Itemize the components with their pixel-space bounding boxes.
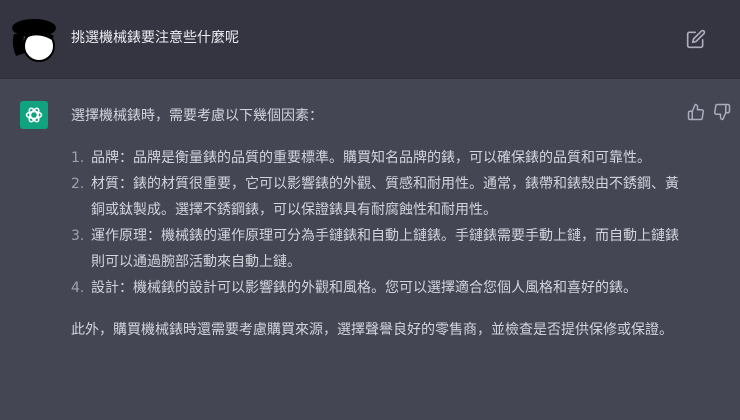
list-item-text: 運作原理：機械錶的運作原理可分為手鏈錶和自動上鏈錶。手鏈錶需要手動上鏈，而自動上… [91, 228, 679, 270]
answer-outro: 此外，購買機械錶時還需要考慮購買來源，選擇聲譽良好的零售商，並檢查是否提供保修或… [71, 322, 673, 338]
assistant-message-text: 選擇機械錶時，需要考慮以下幾個因素： 1. 品牌：品牌是衡量錶的品質的重要標準。… [71, 103, 679, 343]
thumbs-down-icon [714, 103, 731, 121]
list-item: 3. 運作原理：機械錶的運作原理可分為手鏈錶和自動上鏈錶。手鏈錶需要手動上鏈，而… [71, 223, 679, 275]
thumbs-up-button[interactable] [687, 103, 705, 121]
assistant-avatar [20, 101, 48, 129]
edit-icon [686, 29, 706, 49]
list-item: 2. 材質：錶的材質很重要，它可以影響錶的外觀、質感和耐用性。通常，錶帶和錶殼由… [71, 171, 679, 223]
list-item: 1. 品牌：品牌是衡量錶的品質的重要標準。購買知名品牌的錶，可以確保錶的品質和可… [71, 145, 679, 171]
edit-message-button[interactable] [686, 29, 706, 49]
user-message-row: 挑選機械錶要注意些什麼呢 [0, 0, 740, 79]
list-item-text: 品牌：品牌是衡量錶的品質的重要標準。購買知名品牌的錶，可以確保錶的品質和可靠性。 [91, 150, 651, 166]
list-item-text: 材質：錶的材質很重要，它可以影響錶的外觀、質感和耐用性。通常，錶帶和錶殼由不銹鋼… [91, 176, 679, 218]
thumbs-up-icon [687, 103, 704, 121]
openai-logo-icon [25, 107, 43, 123]
user-message-text: 挑選機械錶要注意些什麼呢 [71, 30, 239, 46]
list-item-number: 4. [71, 280, 85, 296]
factor-list: 1. 品牌：品牌是衡量錶的品質的重要標準。購買知名品牌的錶，可以確保錶的品質和可… [71, 145, 679, 301]
assistant-message-row: 選擇機械錶時，需要考慮以下幾個因素： 1. 品牌：品牌是衡量錶的品質的重要標準。… [0, 79, 740, 420]
list-item: 4. 設計：機械錶的設計可以影響錶的外觀和風格。您可以選擇適合您個人風格和喜好的… [71, 275, 679, 301]
list-item-text: 設計：機械錶的設計可以影響錶的外觀和風格。您可以選擇適合您個人風格和喜好的錶。 [91, 280, 637, 296]
list-item-number: 3. [71, 228, 85, 244]
thumbs-down-button[interactable] [713, 103, 731, 121]
user-avatar-icon [12, 19, 56, 62]
list-item-number: 1. [71, 150, 85, 166]
user-avatar [8, 16, 60, 64]
list-item-number: 2. [71, 176, 85, 192]
answer-intro: 選擇機械錶時，需要考慮以下幾個因素： [71, 108, 323, 124]
